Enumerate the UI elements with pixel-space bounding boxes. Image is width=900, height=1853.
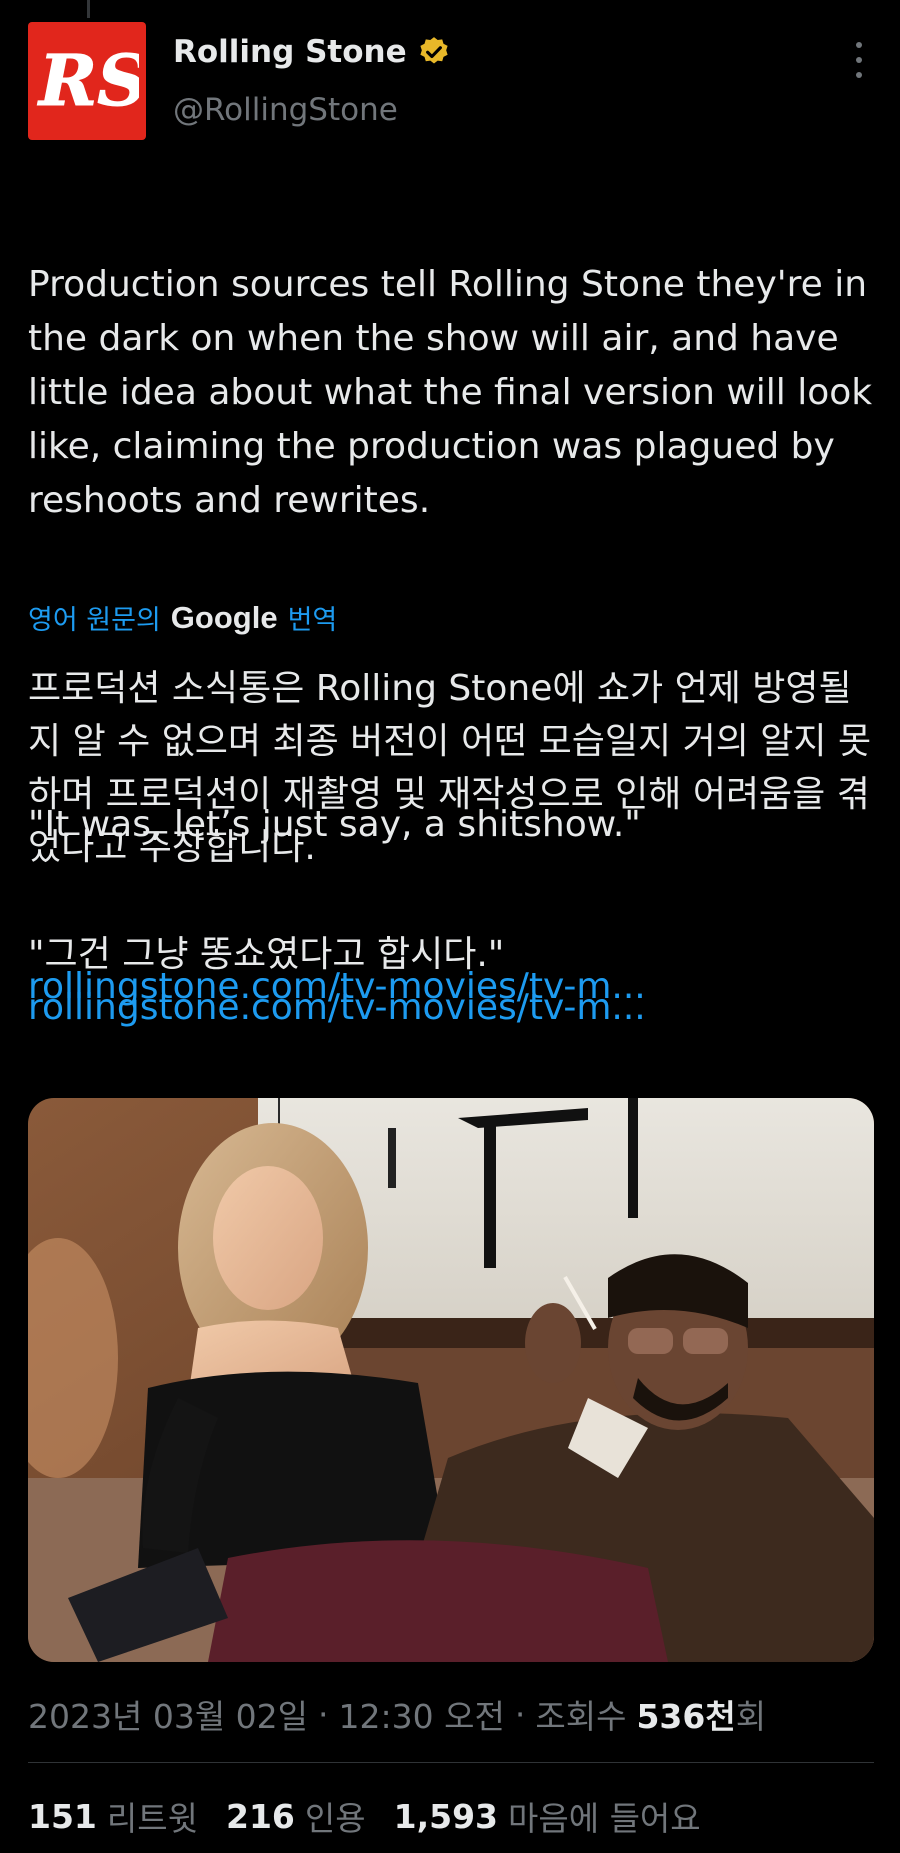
translated-quote: "그건 그냥 똥쇼였다고 합시다." xyxy=(28,934,505,975)
separator: · xyxy=(514,1694,526,1734)
rolling-stone-logo: RS xyxy=(37,41,140,121)
name-row: Rolling Stone xyxy=(173,34,451,70)
separator: · xyxy=(318,1694,329,1734)
views-suffix: 회 xyxy=(735,1697,767,1736)
avatar[interactable]: RS xyxy=(28,22,146,140)
views-count: 536천 xyxy=(636,1697,736,1736)
translation-prefix: 영어 원문의 xyxy=(28,605,161,636)
divider xyxy=(28,1762,874,1763)
retweets-count: 151 xyxy=(28,1796,97,1836)
retweets-label: 리트윗 xyxy=(106,1799,198,1838)
views-label: 조회수 xyxy=(535,1697,627,1736)
quotes-stat[interactable]: 216 인용 xyxy=(226,1792,366,1840)
svg-text:RS: RS xyxy=(37,41,139,121)
google-logo: Google xyxy=(170,599,278,635)
tweet-meta: 2023년 03월 02일 · 12:30 오전 · 조회수 536천 회 xyxy=(28,1690,766,1738)
translation-suffix[interactable]: 번역 xyxy=(288,598,338,637)
likes-count: 1,593 xyxy=(393,1796,498,1836)
handle[interactable]: @RollingStone xyxy=(173,92,398,128)
tweet-date[interactable]: 2023년 03월 02일 xyxy=(28,1690,308,1738)
tweet-time[interactable]: 12:30 오전 xyxy=(339,1690,505,1738)
verified-badge-icon xyxy=(420,37,448,64)
likes-stat[interactable]: 1,593 마음에 들어요 xyxy=(394,1792,701,1840)
quotes-count: 216 xyxy=(225,1796,295,1836)
tweet-photo[interactable] xyxy=(28,1098,874,1662)
tweet-header: RS Rolling Stone @RollingStone xyxy=(28,22,872,142)
photo-image xyxy=(28,1098,874,1662)
quotes-label: 인용 xyxy=(304,1799,366,1838)
translation-attribution: 영어 원문의 Google 번역 xyxy=(28,598,337,637)
more-options-icon[interactable] xyxy=(854,42,864,78)
engagement-stats: 151 리트윗 216 인용 1,593 마음에 들어요 xyxy=(28,1792,729,1840)
translated-body: 프로덕션 소식통은 Rolling Stone에 쇼가 언제 방영될지 알 수 … xyxy=(28,662,878,1034)
tweet-paragraph: Production sources tell Rolling Stone th… xyxy=(28,264,884,521)
retweets-stat[interactable]: 151 리트윗 xyxy=(28,1792,198,1840)
likes-label: 마음에 들어요 xyxy=(508,1799,701,1838)
display-name[interactable]: Rolling Stone xyxy=(173,34,407,70)
thread-connector-line xyxy=(87,0,90,18)
translated-link[interactable]: rollingstone.com/tv-movies/tv-m... xyxy=(28,981,878,1034)
translated-paragraph: 프로덕션 소식통은 Rolling Stone에 쇼가 언제 방영될지 알 수 … xyxy=(28,668,872,868)
